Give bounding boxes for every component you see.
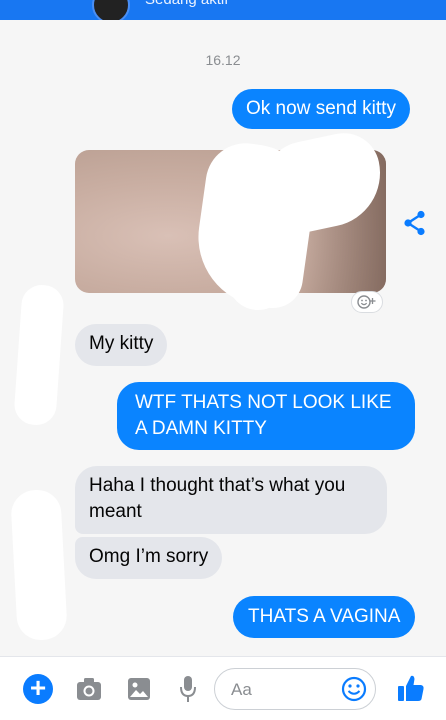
message-text: Ok now send kitty: [246, 98, 396, 119]
message-text: My kitty: [89, 333, 154, 354]
active-status: Sedang aktif: [145, 0, 228, 8]
composer-bar: + Aa: [0, 656, 446, 720]
gallery-icon[interactable]: [127, 677, 151, 701]
like-icon[interactable]: [397, 674, 425, 702]
message-bubble-received[interactable]: Omg I’m sorry: [75, 537, 223, 579]
message-text-line: meant: [89, 501, 142, 522]
message-input[interactable]: Aa: [214, 668, 376, 710]
date-separator: 16.12: [205, 52, 241, 68]
message-bubble-received[interactable]: Haha I thought that’s what you meant: [75, 466, 387, 534]
emoji-icon[interactable]: [341, 676, 367, 702]
message-text: Omg I’m sorry: [89, 546, 209, 567]
message-text-line: WTF THATS NOT LOOK LIKE: [135, 392, 392, 413]
plus-icon[interactable]: +: [23, 674, 53, 704]
redaction-mark: [13, 283, 65, 427]
message-text-line: Haha I thought that’s what you: [89, 475, 346, 496]
share-icon[interactable]: [403, 210, 427, 236]
microphone-icon[interactable]: [180, 675, 196, 703]
message-text-line: A DAMN KITTY: [135, 418, 267, 439]
message-input-placeholder: Aa: [231, 680, 252, 699]
message-bubble-received[interactable]: My kitty: [75, 324, 168, 366]
add-reaction-icon: [357, 295, 376, 309]
conversation-header: Sedang aktif: [0, 0, 446, 20]
add-reaction-button[interactable]: [351, 291, 383, 313]
message-bubble-sent[interactable]: THATS A VAGINA: [233, 596, 416, 638]
message-bubble-sent[interactable]: WTF THATS NOT LOOK LIKE A DAMN KITTY: [117, 382, 415, 450]
message-bubble-sent[interactable]: Ok now send kitty: [232, 89, 410, 129]
redaction-mark: [10, 488, 68, 642]
redaction-mark: [228, 250, 288, 310]
contact-avatar[interactable]: [92, 0, 130, 20]
message-text: THATS A VAGINA: [248, 606, 401, 627]
camera-icon[interactable]: [76, 677, 102, 701]
